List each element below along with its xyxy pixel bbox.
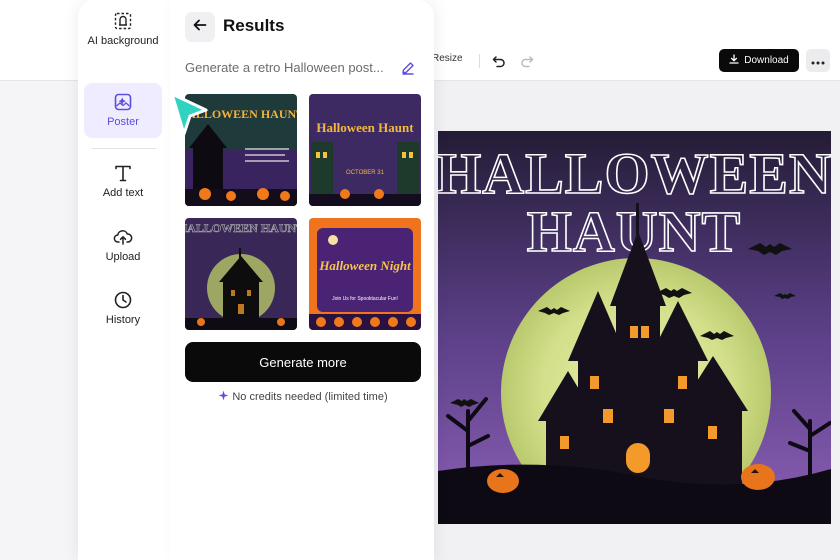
- text-icon: [112, 162, 134, 184]
- credits-note-text: No credits needed (limited time): [232, 391, 388, 403]
- download-icon: [729, 54, 739, 67]
- left-rail: AI background Poster Add text Upload His…: [78, 0, 171, 560]
- more-options-button[interactable]: [806, 49, 830, 72]
- rail-item-history[interactable]: History: [84, 289, 162, 333]
- rail-item-ai-background[interactable]: AI background: [84, 10, 162, 72]
- back-button[interactable]: [185, 12, 215, 42]
- poster-icon: [112, 91, 134, 113]
- result-thumbnail-4[interactable]: Halloween Night Join Us for Spooktacular…: [309, 218, 421, 330]
- rail-item-label: Add text: [102, 187, 144, 199]
- thumbnail-subtitle: OCTOBER 31: [346, 170, 385, 176]
- thumbnail-subtitle: Join Us for Spooktacular Fun!: [332, 296, 398, 302]
- resize-button[interactable]: Resize: [432, 53, 463, 64]
- history-icon: [112, 289, 134, 311]
- arrow-left-icon: [192, 17, 208, 38]
- credits-note: No credits needed (limited time): [185, 390, 421, 404]
- rail-item-label: Upload: [105, 251, 141, 263]
- pointer-cursor-icon: [170, 92, 208, 136]
- generate-more-button[interactable]: Generate more: [185, 342, 421, 382]
- edit-prompt-icon[interactable]: [400, 60, 416, 76]
- rail-item-label: History: [105, 314, 141, 326]
- rail-item-poster[interactable]: Poster: [84, 83, 162, 138]
- result-thumbnail-3[interactable]: HALLOWEEN HAUNT: [185, 218, 297, 330]
- poster-canvas[interactable]: HALLOWEEN HAUNT: [438, 131, 831, 524]
- toolbar-divider: [479, 54, 480, 68]
- poster-title-line1: HALLOWEEN: [438, 141, 831, 206]
- panel-title: Results: [223, 16, 285, 35]
- results-panel: Results Generate a retro Halloween post.…: [170, 0, 434, 560]
- more-icon: [811, 52, 825, 70]
- result-thumbnail-2[interactable]: Halloween Haunt OCTOBER 31: [309, 94, 421, 206]
- thumbnail-title: Halloween Night: [318, 258, 411, 273]
- rail-item-label: AI background: [87, 35, 159, 47]
- sparkle-icon: [218, 390, 229, 404]
- rail-divider: [92, 148, 156, 149]
- redo-icon[interactable]: [517, 51, 537, 71]
- rail-item-upload[interactable]: Upload: [84, 226, 162, 270]
- download-button[interactable]: Download: [719, 49, 799, 72]
- rail-item-add-text[interactable]: Add text: [84, 162, 162, 206]
- undo-icon[interactable]: [489, 51, 509, 71]
- download-label: Download: [744, 55, 789, 66]
- rail-item-label: Poster: [107, 116, 139, 128]
- thumbnail-title: Halloween Haunt: [316, 120, 414, 135]
- prompt-text[interactable]: Generate a retro Halloween post...: [185, 60, 384, 75]
- ai-background-icon: [112, 10, 134, 32]
- upload-icon: [112, 226, 134, 248]
